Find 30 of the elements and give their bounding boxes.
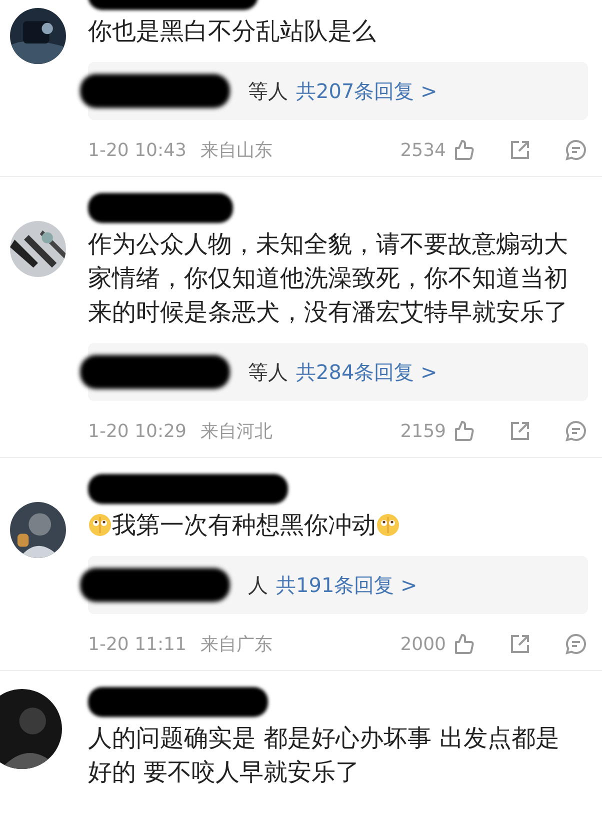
- comment-time: 1-20 11:11: [88, 634, 186, 654]
- reply-count-link[interactable]: 共207条回复 >: [296, 78, 438, 104]
- comment-icon[interactable]: [564, 419, 588, 443]
- reply-count-link[interactable]: 共284条回复 >: [296, 358, 438, 386]
- comment-time: 1-20 10:29: [88, 420, 186, 442]
- reply-names: 等人: [248, 358, 288, 386]
- comment-text: 人的问题确实是 都是好心办坏事 出发点都是好的 要不咬人早就安乐了: [88, 723, 560, 788]
- like-count: 2159: [400, 420, 446, 442]
- like-count: 2534: [400, 140, 446, 160]
- reply-count-link[interactable]: 共191条回复 >: [276, 572, 418, 598]
- comment-text: 作为公众人物，未知全貌，请不要故意煽动大家情绪，你仅知道他洗澡致死，你不知道当初来的时候是条恶犬，没有潘宏艾特早就安乐了: [88, 229, 569, 328]
- comment-text: 我第一次有种想黑你冲动: [112, 510, 376, 541]
- comment-location: 来自河北: [200, 420, 272, 443]
- comment-location: 来自广东: [200, 633, 272, 656]
- comment-icon[interactable]: [564, 138, 588, 162]
- comment-location: 来自山东: [200, 139, 272, 162]
- like-count: 2000: [400, 634, 446, 654]
- emoji-icon: [376, 513, 400, 537]
- thumbs-up-icon[interactable]: [452, 138, 476, 162]
- thumbs-up-icon[interactable]: [452, 419, 476, 443]
- reply-names: 等人: [248, 78, 288, 104]
- share-icon[interactable]: [508, 419, 532, 443]
- emoji-icon: [88, 513, 112, 537]
- share-icon[interactable]: [508, 138, 532, 162]
- comment-time: 1-20 10:43: [88, 140, 186, 160]
- reply-names: 人: [248, 572, 268, 598]
- thumbs-up-icon[interactable]: [452, 632, 476, 656]
- comment-text: 你也是黑白不分乱站队是么: [88, 16, 376, 47]
- share-icon[interactable]: [508, 632, 532, 656]
- comment-icon[interactable]: [564, 632, 588, 656]
